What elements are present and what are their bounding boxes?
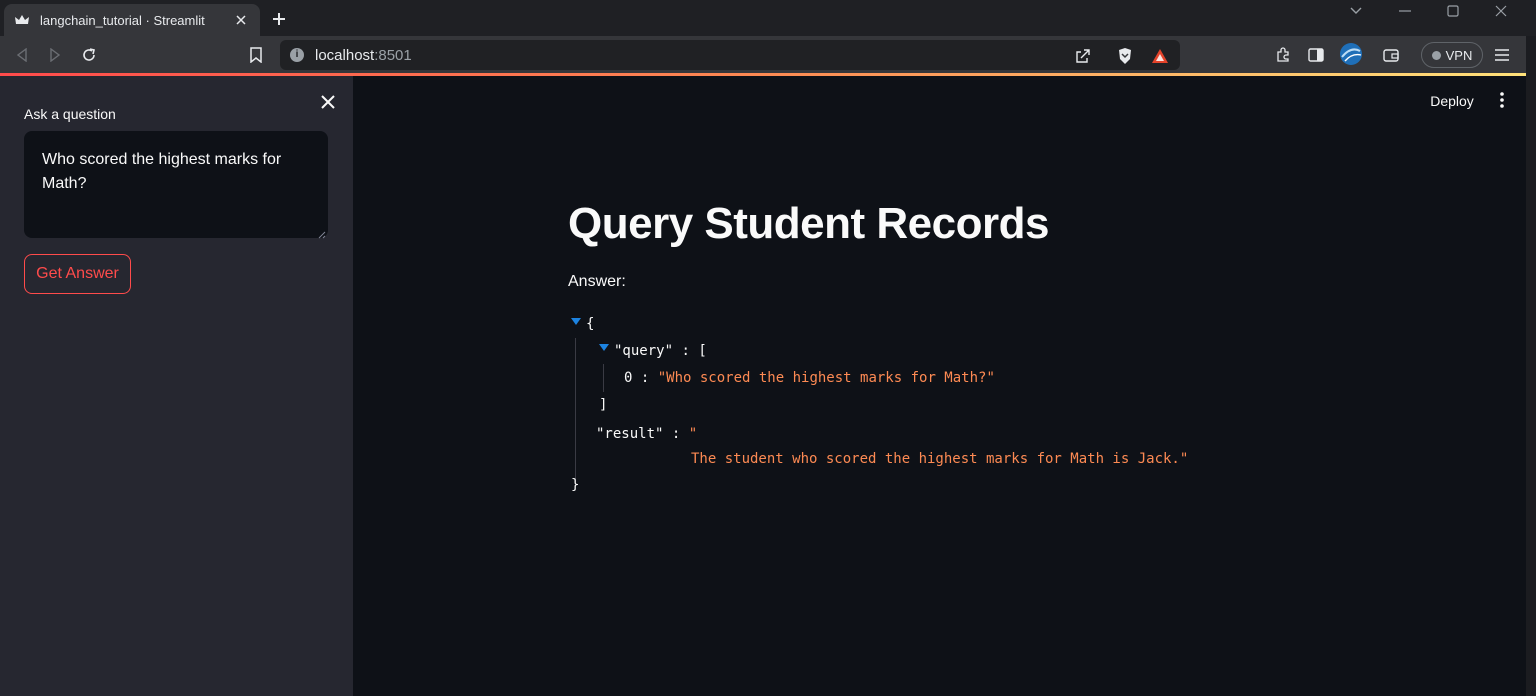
streamlit-crown-icon	[14, 12, 30, 28]
json-query-guide	[603, 364, 604, 392]
json-item-colon: :	[632, 370, 658, 386]
json-root-collapse-icon[interactable]	[571, 318, 581, 325]
bookmark-icon[interactable]	[245, 44, 267, 66]
url-host: localhost	[315, 47, 375, 64]
extensions-icon[interactable]	[1272, 44, 1294, 66]
json-item-value: "Who scored the highest marks for Math?"	[657, 370, 995, 386]
json-query-collapse-icon[interactable]	[599, 344, 609, 351]
json-close-brace: }	[571, 477, 580, 493]
json-open-brace: {	[586, 316, 595, 332]
json-viewer: { "query" : [ 0 : "Who scored the highes…	[568, 312, 1268, 502]
brave-rewards-icon[interactable]	[1150, 46, 1170, 66]
deploy-button[interactable]: Deploy	[1420, 90, 1484, 112]
question-input[interactable]	[24, 131, 328, 238]
wallet-icon[interactable]	[1380, 44, 1402, 66]
json-query-key: "query"	[614, 343, 674, 359]
sidebar-toggle-icon[interactable]	[1305, 44, 1327, 66]
sidebar-close-icon[interactable]	[318, 92, 338, 112]
tab-search-icon[interactable]	[1341, 0, 1371, 22]
browser-toolbar: i localhost:8501 VPN	[0, 36, 1536, 74]
window-close-icon[interactable]	[1486, 0, 1516, 22]
tab-close-icon[interactable]	[232, 11, 250, 29]
address-bar[interactable]: i localhost:8501	[280, 40, 1180, 70]
get-answer-button[interactable]: Get Answer	[24, 254, 131, 294]
json-root-guide	[575, 338, 576, 482]
json-query-item-row: 0 : "Who scored the highest marks for Ma…	[624, 370, 995, 386]
main-menu-icon[interactable]	[1494, 90, 1510, 110]
json-close-bracket: ]	[599, 397, 608, 413]
tab-title: langchain_tutorial · Streamlit	[40, 12, 205, 28]
resize-grip-icon[interactable]	[316, 226, 326, 239]
json-query-colon: :	[673, 343, 699, 359]
question-label: Ask a question	[24, 106, 116, 122]
json-open-bracket: [	[698, 343, 707, 359]
json-result-value: The student who scored the highest marks…	[691, 451, 1189, 467]
page-title: Query Student Records	[568, 199, 1049, 248]
browser-tab[interactable]: langchain_tutorial · Streamlit	[4, 4, 260, 36]
json-result-open-quote: "	[688, 426, 698, 442]
brave-shield-icon[interactable]	[1115, 46, 1135, 66]
back-icon[interactable]	[11, 44, 33, 66]
vpn-status-icon	[1431, 50, 1441, 60]
site-info-icon[interactable]: i	[290, 48, 304, 62]
minimize-icon[interactable]	[1390, 0, 1420, 22]
menu-icon[interactable]	[1491, 44, 1513, 66]
page-scrollbar[interactable]	[1526, 36, 1536, 696]
url-text: localhost:8501	[315, 47, 412, 64]
vpn-label: VPN	[1445, 47, 1473, 63]
answer-label: Answer:	[568, 273, 626, 290]
share-icon[interactable]	[1073, 46, 1093, 66]
tab-bar: langchain_tutorial · Streamlit	[0, 0, 1536, 36]
url-port: :8501	[374, 47, 412, 64]
reload-icon[interactable]	[78, 44, 100, 66]
maximize-icon[interactable]	[1438, 0, 1468, 22]
json-result-key: "result"	[596, 426, 664, 442]
profile-avatar-icon[interactable]	[1338, 41, 1364, 67]
forward-icon[interactable]	[44, 44, 66, 66]
json-result-row: "result" : "	[596, 426, 697, 442]
new-tab-icon[interactable]	[268, 8, 290, 30]
vpn-button[interactable]: VPN	[1421, 42, 1483, 68]
json-result-colon: :	[663, 426, 689, 442]
json-query-row: "query" : [	[614, 343, 707, 359]
